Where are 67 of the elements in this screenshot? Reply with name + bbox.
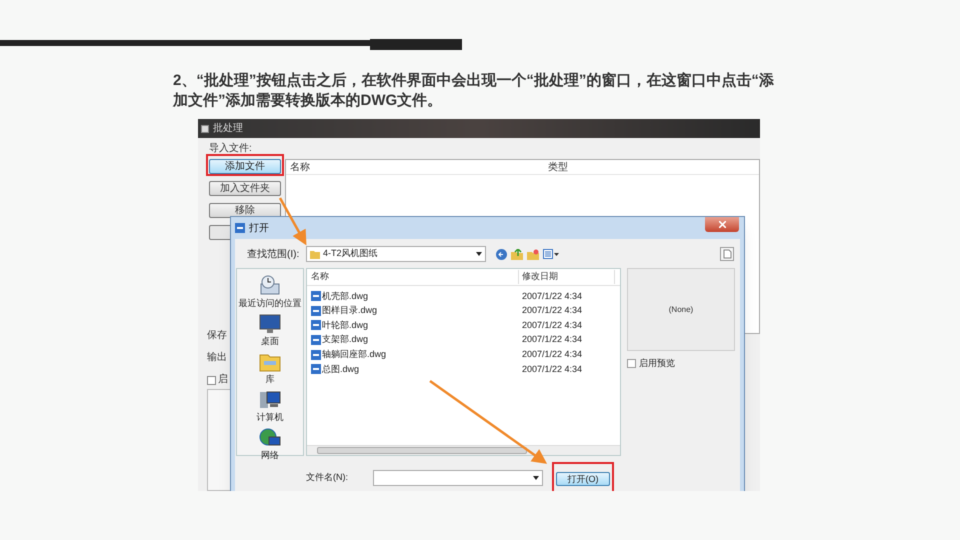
checkbox[interactable] xyxy=(627,359,636,368)
file-name[interactable]: 机壳部.dwg xyxy=(322,290,368,304)
file-icon xyxy=(311,291,321,302)
horizontal-scrollbar[interactable] xyxy=(307,445,620,455)
window-title: 批处理 xyxy=(213,122,243,136)
caret-icon xyxy=(476,252,482,256)
modified-date: 2007/1/22 4:34 xyxy=(521,333,582,346)
close-icon xyxy=(718,221,726,228)
file-name[interactable]: 图样目录.dwg xyxy=(322,304,378,318)
column-header: 修改日期 xyxy=(519,270,615,284)
preview-pane-icon[interactable] xyxy=(720,247,734,261)
preview-text: (None) xyxy=(668,304,694,316)
import-label: 导入文件: xyxy=(209,142,252,156)
scrollbar-thumb[interactable] xyxy=(317,447,527,454)
back-icon[interactable] xyxy=(496,248,507,260)
place-label[interactable]: 库 xyxy=(266,372,274,386)
field-label: 保存 xyxy=(207,329,227,343)
up-folder-icon[interactable] xyxy=(511,248,523,260)
place-label[interactable]: 桌面 xyxy=(261,334,279,348)
dialog-title: 打开 xyxy=(249,222,269,236)
file-icon xyxy=(235,223,245,233)
modified-date: 2007/1/22 4:34 xyxy=(521,290,582,303)
look-in-value: 4-T2风机图纸 xyxy=(323,247,379,260)
place-label[interactable]: 计算机 xyxy=(256,410,284,424)
network-icon xyxy=(259,428,281,448)
column-header: 类型 xyxy=(548,160,568,174)
look-in-label: 查找范围(I): xyxy=(247,248,300,262)
filename-field[interactable] xyxy=(373,470,543,486)
folder-icon xyxy=(310,250,320,258)
file-name[interactable]: 支架部.dwg xyxy=(322,333,368,347)
file-icon xyxy=(311,306,321,316)
column-header: 名称 xyxy=(307,270,519,284)
window-icon xyxy=(201,124,209,132)
checkbox-label: 启 xyxy=(218,373,228,387)
computer-icon xyxy=(259,390,281,410)
modified-date: 2007/1/22 4:34 xyxy=(521,304,582,318)
modified-date: 2007/1/22 4:34 xyxy=(521,318,582,332)
library-folder-icon xyxy=(259,352,281,372)
side-button[interactable]: 加入文件夹 xyxy=(209,181,281,196)
side-button[interactable]: 添加文件 xyxy=(209,159,281,174)
file-icon xyxy=(311,335,321,346)
arrow xyxy=(278,197,306,246)
desktop-icon xyxy=(259,314,281,334)
instruction-text: 2、“批处理”按钮点击之后，在软件界面中会出现一个“批处理”的窗口，在这窗口中点击“添加文件”添加需要转换版本的DWG文件。 xyxy=(173,71,775,111)
close-button[interactable] xyxy=(705,217,739,232)
checkbox[interactable] xyxy=(207,376,216,384)
modified-date: 2007/1/22 4:34 xyxy=(521,348,582,361)
file-icon xyxy=(311,350,321,360)
modified-date: 2007/1/22 4:34 xyxy=(521,362,582,376)
column-header: 名称 xyxy=(290,160,311,174)
filename-label: 文件名(N): xyxy=(306,471,349,484)
file-name[interactable]: 叶轮部.dwg xyxy=(322,318,368,332)
recent-places-icon xyxy=(259,274,281,296)
file-icon xyxy=(311,364,321,374)
open-button[interactable]: 打开(O) xyxy=(556,472,610,486)
field-label: 输出 xyxy=(207,351,227,365)
file-name[interactable]: 轴躺回座部.dwg xyxy=(322,348,386,362)
checkbox-label: 启用预览 xyxy=(639,357,675,370)
side-button[interactable]: 移除 xyxy=(209,203,281,218)
place-label[interactable]: 最近访问的位置 xyxy=(238,296,302,310)
view-menu-icon[interactable] xyxy=(543,249,559,259)
caret-icon xyxy=(533,476,539,480)
place-label[interactable]: 网络 xyxy=(261,448,279,462)
look-in-dropdown[interactable]: 4-T2风机图纸 xyxy=(306,246,486,262)
file-icon xyxy=(311,320,321,330)
new-folder-icon[interactable] xyxy=(527,248,539,260)
file-name[interactable]: 总图.dwg xyxy=(322,362,360,376)
